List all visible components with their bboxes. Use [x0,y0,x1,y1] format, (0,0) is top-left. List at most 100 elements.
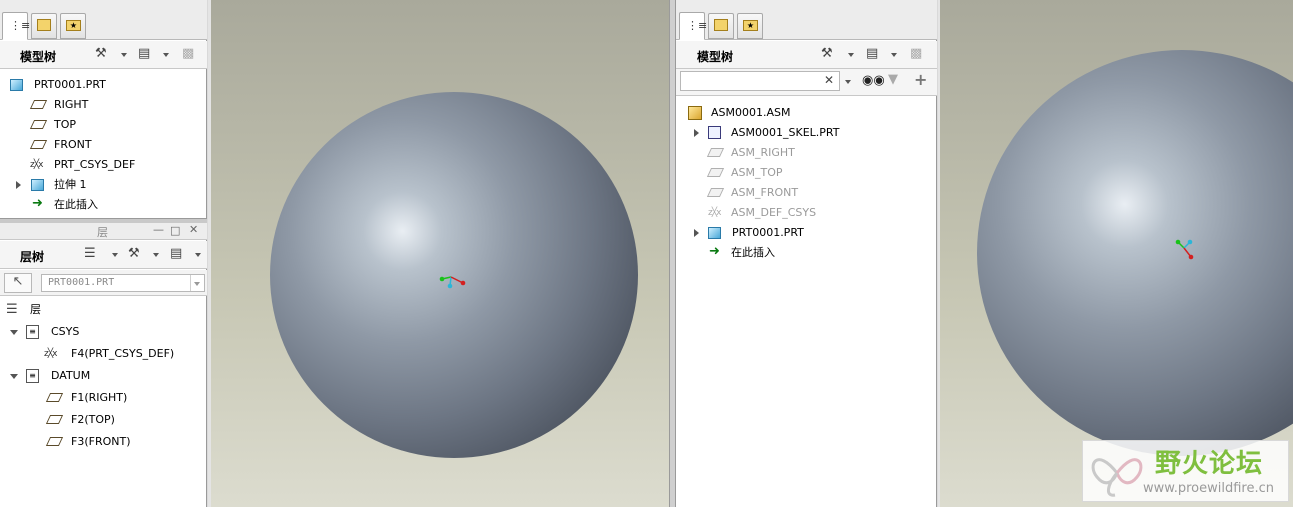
tree-item-label: RIGHT [54,98,89,111]
watermark-title: 野火论坛 [1155,449,1264,479]
search-input[interactable] [680,71,840,91]
show-list-icon[interactable]: ▤ [138,46,150,61]
part-icon [708,227,721,239]
tree-item-part-root[interactable]: PRT0001.PRT [10,75,200,95]
skeleton-part-icon [708,126,721,139]
layer-datum[interactable]: ≡ DATUM [10,366,205,386]
layer-panel-header: 层 — □ ✕ [0,223,207,240]
pointer-select-icon[interactable]: ↖ [4,273,32,293]
tree-item-asm-top[interactable]: ASM_TOP [706,163,933,183]
close-icon[interactable]: ✕ [189,223,198,236]
collapse-arrow-icon[interactable] [10,374,18,379]
left-navigator-panel: ⋮≡ ★ 模型树 ⚒ ▤ ▩ PRT0001.PRT RIGHT TOP FRO… [0,0,207,507]
expand-arrow-icon[interactable] [694,229,699,237]
tree-item-front-plane[interactable]: FRONT [29,135,200,155]
tree-item-asm-front[interactable]: ASM_FRONT [706,183,933,203]
model-tree-title: 模型树 [20,50,57,64]
tab-favorites[interactable]: ★ [737,13,763,39]
chevron-down-icon[interactable] [848,53,854,57]
tree-item-csys[interactable]: z╳x PRT_CSYS_DEF [30,155,200,175]
tab-favorites[interactable]: ★ [60,13,86,39]
chevron-down-icon [194,282,200,286]
layer-item-front[interactable]: F3(FRONT) [45,432,204,452]
clear-search-icon[interactable]: ✕ [824,73,834,87]
tree-item-label: ASM_DEF_CSYS [731,206,817,219]
assembly-icon [688,106,702,120]
filter-tree-icon[interactable]: ▩ [910,46,922,61]
tab-model-tree[interactable]: ⋮≡ [2,12,30,40]
collapse-arrow-icon[interactable] [10,330,18,335]
settings-tools-icon[interactable]: ⚒ [128,246,140,261]
filter-tree-icon[interactable]: ▩ [182,46,194,61]
show-list-icon[interactable]: ▤ [170,246,182,261]
datum-plane-icon [45,437,64,446]
layer-csys[interactable]: ≡ CSYS [10,322,205,342]
show-list-icon[interactable]: ▤ [866,46,878,61]
layer-root[interactable]: ☰ 层 [6,300,201,320]
layers-icon[interactable]: ☰ [84,246,96,261]
datum-plane-icon [706,148,725,157]
tree-item-asm-right[interactable]: ASM_RIGHT [706,143,933,163]
insert-arrow-icon: ➜ [32,196,43,211]
active-model-select[interactable]: PRT0001.PRT [41,274,205,292]
tree-item-part[interactable]: PRT0001.PRT [693,223,933,243]
layer-label: F2(TOP) [71,413,115,426]
expand-arrow-icon[interactable] [694,129,699,137]
layer-model-select-row: ↖ PRT0001.PRT [0,270,207,296]
expand-arrow-icon[interactable] [16,181,21,189]
tree-item-extrude[interactable]: 拉伸 1 [15,175,200,195]
tree-item-skeleton[interactable]: ASM0001_SKEL.PRT [693,123,933,143]
chevron-down-icon[interactable] [891,53,897,57]
layer-item-right[interactable]: F1(RIGHT) [45,388,204,408]
chevron-down-icon[interactable] [153,253,159,257]
folder-browser-icon [37,19,51,31]
tab-folder-browser[interactable] [708,13,734,39]
graphics-viewport-right[interactable]: 野火论坛 www.proewildfire.cn [938,0,1293,507]
settings-tools-icon[interactable]: ⚒ [821,46,833,61]
layer-label: 层 [30,303,41,316]
datum-plane-icon [45,393,64,402]
layer-item-csys-def[interactable]: z╳x F4(PRT_CSYS_DEF) [44,344,204,364]
find-binoculars-icon[interactable]: ◉◉ [862,73,885,88]
filter-funnel-icon[interactable]: ▼ [888,72,898,87]
tab-folder-browser[interactable] [31,13,57,39]
tree-item-label: 拉伸 1 [54,178,87,191]
part-icon [10,79,23,91]
csys-icon: z╳x [44,349,58,359]
settings-tools-icon[interactable]: ⚒ [95,46,107,61]
folder-browser-icon [714,19,728,31]
search-row: ✕ ◉◉ ▼ + [676,69,937,96]
add-column-icon[interactable]: + [914,70,927,89]
layer-label: DATUM [51,369,91,382]
chevron-down-icon[interactable] [195,253,201,257]
layer-group-icon: ≡ [26,325,39,339]
chevron-down-icon[interactable] [845,80,851,84]
insert-arrow-icon: ➜ [709,244,720,259]
datum-plane-icon [29,100,48,109]
chevron-down-icon[interactable] [163,53,169,57]
chevron-down-icon[interactable] [112,253,118,257]
csys-icon: z╳x [30,160,44,170]
tree-item-right-plane[interactable]: RIGHT [29,95,200,115]
model-tree-title: 模型树 [697,50,734,64]
tree-item-label: PRT0001.PRT [34,78,106,91]
tree-item-assembly-root[interactable]: ASM0001.ASM [688,103,933,123]
layer-label: CSYS [51,325,80,338]
model-tree-toolbar: 模型树 ⚒ ▤ ▩ [676,41,937,69]
model-tree-icon: ⋮≡ [687,19,708,32]
tree-item-label: ASM_TOP [731,166,783,179]
tree-item-insert-here[interactable]: ➜ 在此插入 [30,195,200,215]
tab-model-tree[interactable]: ⋮≡ [679,12,708,40]
minimize-icon[interactable]: — [153,223,164,236]
chevron-down-icon[interactable] [121,53,127,57]
tree-item-insert-here[interactable]: ➜ 在此插入 [709,243,933,263]
graphics-viewport-left[interactable] [208,0,669,507]
maximize-icon[interactable]: □ [170,224,180,237]
layer-item-top[interactable]: F2(TOP) [45,410,204,430]
tree-item-asm-csys[interactable]: z╳x ASM_DEF_CSYS [708,203,933,223]
tree-item-label: 在此插入 [731,246,775,259]
tree-item-label: ASM0001_SKEL.PRT [731,126,840,139]
sphere-model[interactable] [977,50,1293,456]
tree-item-top-plane[interactable]: TOP [29,115,200,135]
layer-panel-header-title: 层 [97,226,108,239]
